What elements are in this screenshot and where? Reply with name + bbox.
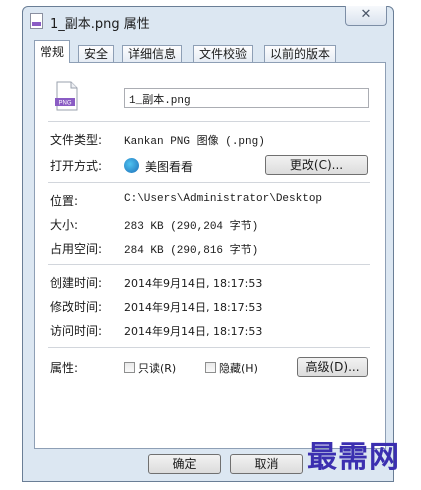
readonly-checkbox[interactable] xyxy=(124,362,135,373)
tab-checksum[interactable]: 文件校验 xyxy=(193,45,254,62)
file-type-value: Kankan PNG 图像 (.png) xyxy=(124,136,265,148)
png-file-icon: PNG xyxy=(55,81,78,111)
ok-button[interactable]: 确定 xyxy=(148,454,221,474)
general-panel: PNG 1_副本.png 文件类型: Kankan PNG 图像 (.png) … xyxy=(34,62,386,449)
open-with-label: 打开方式: xyxy=(50,159,103,173)
created-value: 2014年9月14日, 18:17:53 xyxy=(124,277,263,290)
disk-size-value: 284 KB (290,816 字节) xyxy=(124,245,259,257)
divider xyxy=(48,347,370,348)
accessed-label: 访问时间: xyxy=(50,324,103,338)
png-badge-label: PNG xyxy=(58,101,71,107)
divider xyxy=(48,182,370,183)
watermark-logo: 最需网 xyxy=(307,440,400,475)
change-button[interactable]: 更改(C)... xyxy=(265,155,368,175)
disk-size-label: 占用空间: xyxy=(50,242,103,256)
modified-value: 2014年9月14日, 18:17:53 xyxy=(124,301,263,314)
hidden-label: 隐藏(H) xyxy=(219,362,258,375)
readonly-label: 只读(R) xyxy=(138,362,177,375)
meitu-app-icon xyxy=(124,158,139,173)
title-bar[interactable]: 1_副本.png 属性 ✕ xyxy=(23,6,393,35)
filename-field[interactable]: 1_副本.png xyxy=(124,88,369,108)
file-type-label: 文件类型: xyxy=(50,133,103,147)
open-with-app: 美图看看 xyxy=(145,160,194,174)
cancel-button[interactable]: 取消 xyxy=(230,454,303,474)
location-label: 位置: xyxy=(50,194,79,208)
hidden-checkbox[interactable] xyxy=(205,362,216,373)
tab-security[interactable]: 安全 xyxy=(78,45,115,62)
attributes-label: 属性: xyxy=(50,361,79,375)
size-label: 大小: xyxy=(50,218,79,232)
created-label: 创建时间: xyxy=(50,276,103,290)
tab-details[interactable]: 详细信息 xyxy=(122,45,183,62)
tab-previous-versions[interactable]: 以前的版本 xyxy=(264,45,337,62)
advanced-button[interactable]: 高级(D)... xyxy=(297,357,368,377)
file-icon xyxy=(30,13,43,29)
divider xyxy=(48,121,370,122)
size-value: 283 KB (290,204 字节) xyxy=(124,221,259,233)
accessed-value: 2014年9月14日, 18:17:53 xyxy=(124,325,263,338)
window-title: 1_副本.png 属性 xyxy=(50,17,150,32)
divider xyxy=(48,264,370,265)
tab-general[interactable]: 常规 xyxy=(34,40,71,63)
location-value: C:\Users\Administrator\Desktop xyxy=(124,193,323,205)
properties-window: 1_副本.png 属性 ✕ 常规 安全 详细信息 文件校验 以前的版本 PNG … xyxy=(22,6,394,482)
modified-label: 修改时间: xyxy=(50,300,103,314)
close-button[interactable]: ✕ xyxy=(345,6,387,26)
